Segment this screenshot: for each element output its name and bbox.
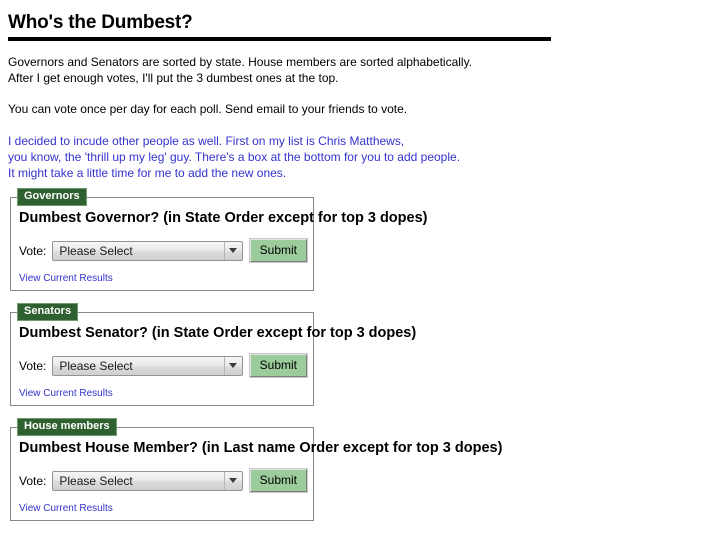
chevron-down-icon[interactable] [223, 241, 242, 260]
vote-select-governors[interactable]: Please Select [52, 240, 243, 261]
intro-line-1: Governors and Senators are sorted by sta… [8, 55, 473, 69]
chevron-down-icon[interactable] [223, 356, 242, 375]
view-results-link-senators[interactable]: View Current Results [19, 388, 113, 400]
title-divider [8, 37, 551, 41]
poll-section-senators: Senators Dumbest Senator? (in State Orde… [10, 303, 417, 406]
submit-button-house-members[interactable]: Submit [249, 469, 307, 492]
vote-label-governors: Vote: [19, 243, 47, 258]
chevron-down-icon[interactable] [223, 471, 242, 490]
vote-select-senators[interactable]: Please Select [52, 355, 243, 376]
vote-row-governors: Vote: Please Select Submit [19, 239, 307, 262]
page-root: Who's the Dumbest? Governors and Senator… [0, 0, 727, 521]
vote-label-house-members: Vote: [19, 473, 47, 488]
poll-heading-senators: Dumbest Senator? (in State Order except … [19, 325, 417, 341]
intro-paragraph-1: Governors and Senators are sorted by sta… [8, 54, 727, 86]
view-results-link-house-members[interactable]: View Current Results [19, 503, 113, 515]
poll-section-house-members: House members Dumbest House Member? (in … [10, 418, 503, 521]
vote-row-senators: Vote: Please Select Submit [19, 354, 307, 377]
intro-blue-line-3: It might take a little time for me to ad… [8, 166, 287, 180]
legend-house-members: House members [17, 418, 117, 436]
legend-senators: Senators [17, 303, 79, 321]
intro-blue-line-1: I decided to incude other people as well… [8, 134, 405, 148]
submit-button-senators[interactable]: Submit [249, 354, 307, 377]
poll-heading-house-members: Dumbest House Member? (in Last name Orde… [19, 440, 503, 456]
legend-governors: Governors [17, 188, 87, 206]
vote-select-governors-value: Please Select [59, 243, 133, 258]
view-results-link-governors[interactable]: View Current Results [19, 273, 113, 285]
submit-button-governors[interactable]: Submit [249, 239, 307, 262]
intro-paragraph-2: You can vote once per day for each poll.… [8, 102, 408, 116]
vote-row-house-members: Vote: Please Select Submit [19, 469, 307, 492]
poll-heading-governors: Dumbest Governor? (in State Order except… [19, 210, 428, 226]
vote-label-senators: Vote: [19, 358, 47, 373]
page-title: Who's the Dumbest? [8, 12, 193, 33]
vote-select-house-members-value: Please Select [59, 473, 133, 488]
poll-section-governors: Governors Dumbest Governor? (in State Or… [10, 188, 428, 291]
vote-select-house-members[interactable]: Please Select [52, 470, 243, 491]
intro-blue-line-2: you know, the 'thrill up my leg' guy. Th… [8, 150, 461, 164]
intro-paragraph-3: I decided to incude other people as well… [8, 133, 727, 181]
vote-select-senators-value: Please Select [59, 358, 133, 373]
intro-line-2: After I get enough votes, I'll put the 3… [8, 71, 339, 85]
